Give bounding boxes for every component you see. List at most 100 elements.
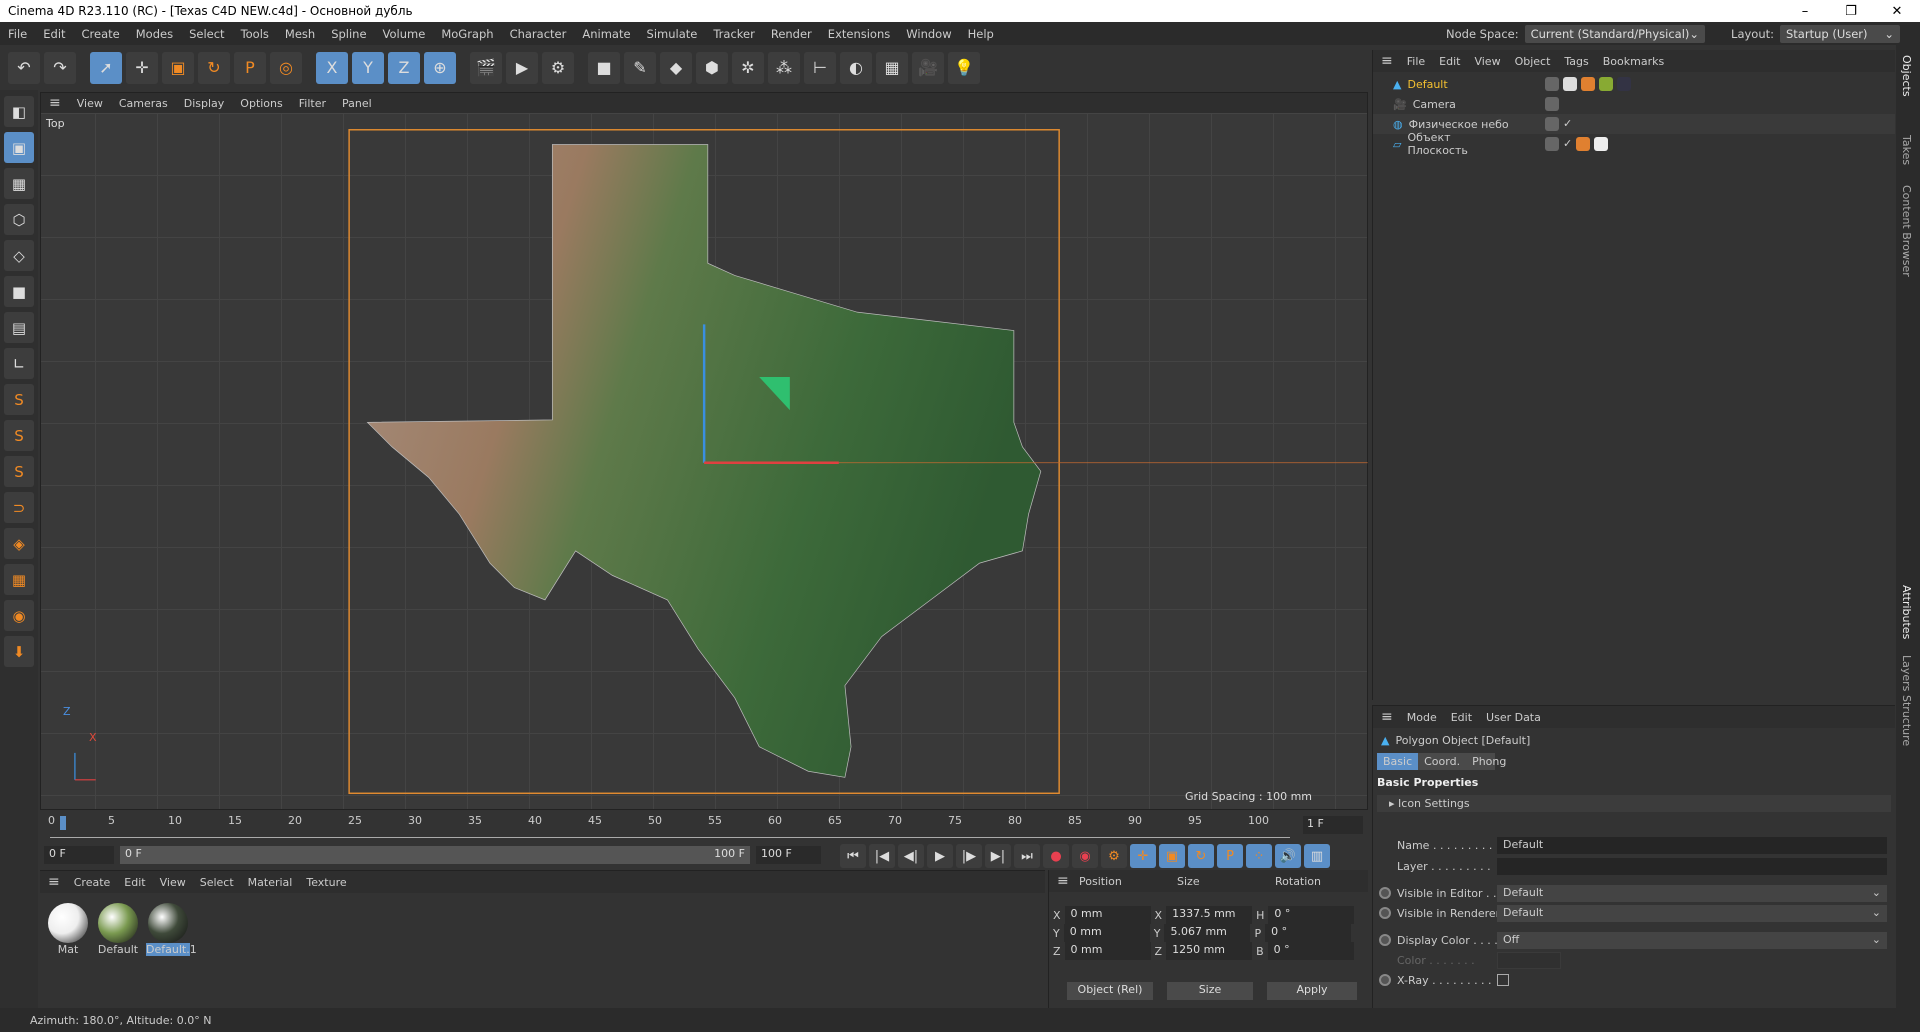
render-picture-viewer-button[interactable]: ▶ — [506, 51, 538, 84]
start-frame-field[interactable]: 0 F — [44, 846, 114, 864]
cloner-button[interactable]: ✲ — [732, 51, 764, 84]
attr-menu-mode[interactable]: Mode — [1407, 711, 1437, 724]
side-tab-content-browser[interactable]: Content Browser — [1900, 185, 1913, 277]
uv-mode-button[interactable]: ▤ — [4, 312, 34, 343]
hamburger-icon[interactable]: ≡ — [48, 874, 60, 890]
prev-frame-button[interactable]: ◀| — [898, 844, 924, 868]
object-menu-tags[interactable]: Tags — [1564, 55, 1588, 68]
menu-select[interactable]: Select — [189, 27, 224, 41]
current-frame-field[interactable]: 1 F — [1303, 816, 1363, 834]
grid-button[interactable]: ▦ — [4, 564, 34, 595]
visibility-toggle[interactable] — [1545, 117, 1559, 131]
timeline-button[interactable]: ▥ — [1304, 844, 1330, 868]
menu-tracker[interactable]: Tracker — [713, 27, 755, 41]
menu-render[interactable]: Render — [771, 27, 812, 41]
timeline[interactable]: 0 5 10 15 20 25 30 35 40 45 50 55 60 65 70 75 80 85 90 95 10… — [40, 810, 1368, 870]
position-x-field[interactable]: 0 mm — [1064, 906, 1151, 924]
next-frame-button[interactable]: |▶ — [956, 844, 982, 868]
render-view-button[interactable]: 🎬 — [470, 51, 502, 84]
timeline-ruler[interactable]: 0 5 10 15 20 25 30 35 40 45 50 55 60 65 70 75 80 85 90 95 10… — [48, 814, 1290, 838]
size-mode-select[interactable]: Size — [1167, 982, 1253, 1000]
end-frame-field[interactable]: 100 F — [756, 846, 821, 864]
menu-animate[interactable]: Animate — [582, 27, 630, 41]
key-position-button[interactable]: ✛ — [1130, 844, 1156, 868]
psr-button[interactable]: P — [234, 51, 266, 84]
apply-button[interactable]: Apply — [1267, 982, 1357, 1000]
undo-button[interactable]: ↶ — [8, 51, 40, 84]
attr-menu-edit[interactable]: Edit — [1451, 711, 1472, 724]
material-tag[interactable] — [1563, 77, 1577, 91]
tab-phong[interactable]: Phong — [1466, 753, 1512, 770]
move-button[interactable]: ✛ — [126, 51, 158, 84]
minimize-button[interactable]: – — [1782, 4, 1828, 19]
workplane-button[interactable]: ◈ — [4, 528, 34, 559]
key-param-button[interactable]: P — [1217, 844, 1243, 868]
polygons-mode-button[interactable]: ■ — [4, 276, 34, 307]
anim-radio[interactable] — [1379, 974, 1391, 986]
key-rotation-button[interactable]: ↻ — [1188, 844, 1214, 868]
visibility-toggle[interactable] — [1545, 77, 1559, 91]
z-axis-button[interactable]: Z — [388, 51, 420, 84]
material-swatch[interactable]: Default — [96, 903, 140, 956]
hamburger-icon[interactable]: ≡ — [1381, 53, 1393, 69]
side-tab-structure[interactable]: Structure — [1900, 695, 1913, 746]
tab-basic[interactable]: Basic — [1377, 753, 1419, 770]
material-menu-texture[interactable]: Texture — [306, 876, 346, 889]
play-button[interactable]: ▶ — [927, 844, 953, 868]
object-menu-view[interactable]: View — [1474, 55, 1500, 68]
viewport-menu-display[interactable]: Display — [184, 97, 225, 110]
magnet-button[interactable]: ⊃ — [4, 492, 34, 523]
close-button[interactable]: ✕ — [1874, 4, 1920, 19]
position-z-field[interactable]: 0 mm — [1064, 942, 1151, 960]
visibility-toggle[interactable] — [1545, 97, 1559, 111]
display-color-select[interactable]: Off ⌄ — [1497, 931, 1887, 949]
y-axis-button[interactable]: Y — [352, 51, 384, 84]
rotation-h-field[interactable]: 0 ° — [1268, 906, 1355, 924]
enabled-check-icon[interactable]: ✓ — [1563, 117, 1572, 131]
object-row-default[interactable]: ▲ Default — [1373, 74, 1895, 94]
key-scale-button[interactable]: ▣ — [1159, 844, 1185, 868]
floor-button[interactable]: ▦ — [876, 51, 908, 84]
material-menu-create[interactable]: Create — [74, 876, 111, 889]
hamburger-icon[interactable]: ≡ — [49, 95, 61, 111]
visible-editor-select[interactable]: Default ⌄ — [1497, 884, 1887, 902]
side-tab-takes[interactable]: Takes — [1900, 135, 1913, 165]
icon-settings-group[interactable]: ▸ Icon Settings — [1377, 795, 1891, 812]
anim-radio[interactable] — [1379, 887, 1391, 899]
deformer-button[interactable]: ⊢ — [804, 51, 836, 84]
edges-mode-button[interactable]: ◇ — [4, 240, 34, 271]
menu-mesh[interactable]: Mesh — [285, 27, 315, 41]
visible-renderer-select[interactable]: Default ⌄ — [1497, 904, 1887, 922]
material-menu-edit[interactable]: Edit — [124, 876, 145, 889]
tab-coord-[interactable]: Coord. — [1418, 753, 1466, 770]
anim-radio[interactable] — [1379, 934, 1391, 946]
object-row--[interactable]: ▱ Объект Плоскость ✓ — [1373, 131, 1895, 157]
hamburger-icon[interactable]: ≡ — [1057, 873, 1079, 889]
solo-button[interactable]: S — [4, 420, 34, 451]
prev-key-button[interactable]: |◀ — [869, 844, 895, 868]
range-slider[interactable]: 0 F 100 F — [120, 846, 750, 864]
points-mode-button[interactable]: ⬡ — [4, 204, 34, 235]
viewport-menu-cameras[interactable]: Cameras — [119, 97, 168, 110]
menu-volume[interactable]: Volume — [383, 27, 426, 41]
node-space-select[interactable]: Current (Standard/Physical) ⌄ — [1524, 24, 1706, 43]
hamburger-icon[interactable]: ≡ — [1381, 709, 1393, 725]
menu-mograph[interactable]: MoGraph — [441, 27, 493, 41]
pen-button[interactable]: ✎ — [624, 51, 656, 84]
menu-edit[interactable]: Edit — [43, 27, 65, 41]
material-tag[interactable] — [1594, 137, 1609, 151]
floor-button[interactable]: ⬇ — [4, 636, 34, 667]
texture-mode-button[interactable]: ▦ — [4, 168, 34, 199]
menu-character[interactable]: Character — [510, 27, 567, 41]
go-end-button[interactable]: ⏭ — [1014, 844, 1040, 868]
menu-tools[interactable]: Tools — [241, 27, 269, 41]
object-row-camera[interactable]: 🎥 Camera — [1373, 94, 1895, 114]
menu-help[interactable]: Help — [968, 27, 994, 41]
xray-checkbox[interactable] — [1497, 974, 1509, 986]
subdivision-button[interactable]: ◆ — [660, 51, 692, 84]
locked-workplane-button[interactable]: ◉ — [4, 600, 34, 631]
side-tab-layers[interactable]: Layers — [1900, 655, 1913, 691]
mograph-button[interactable]: ⁂ — [768, 51, 800, 84]
keyframe-selection-button[interactable]: ⚙ — [1101, 844, 1127, 868]
record-button[interactable]: ● — [1043, 844, 1069, 868]
